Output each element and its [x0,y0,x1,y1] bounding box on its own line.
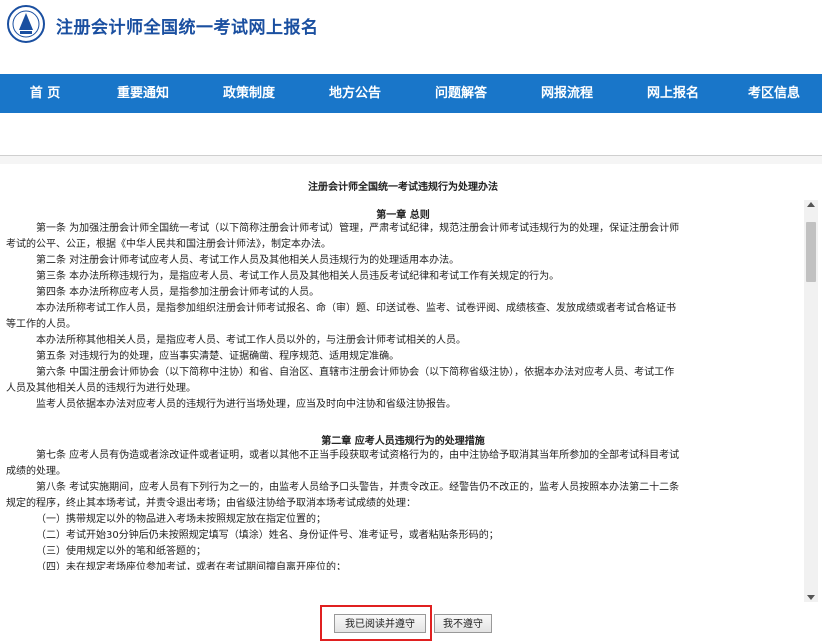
scroll-down-arrow-icon[interactable] [807,595,815,600]
article-line: 第六条 中国注册会计师协会（以下简称中注协）和省、自治区、直辖市注册会计师协会（… [36,367,675,378]
cicpa-seal-icon [7,5,45,43]
article-line: 第三条 本办法所称违规行为，是指应考人员、考试工作人员及其他相关人员违反考试纪律… [36,271,560,282]
sub-header-strip [0,113,822,156]
vertical-scrollbar[interactable] [804,200,818,602]
article-line: 监考人员依据本办法对应考人员的违规行为进行当场处理，应当及时向中注协和省级注协报… [36,399,456,410]
article-line: 考试的公平、公正，根据《中华人民共和国注册会计师法》，制定本办法。 [6,239,331,250]
article-line: 第八条 考试实施期间，应考人员有下列行为之一的，由监考人员给予口头警告，并责令改… [36,482,680,493]
agree-button[interactable]: 我已阅读并遵守 [334,614,426,633]
article-line: （四）未在规定考场座位参加考试，或者在考试期间擅自离开座位的； [36,562,346,570]
article-line: 第七条 应考人员有伪造或者涂改证件或者证明，或者以其他不正当手段获取考试资格行为… [36,450,680,461]
action-bar: 我已阅读并遵守 我不遵守 [0,605,822,642]
article-line: 第五条 对违规行为的处理，应当事实清楚、证据确凿、程序规范、适用规定准确。 [36,351,400,362]
scrollbar-thumb[interactable] [806,222,816,282]
article-line: 第四条 本办法所称应考人员，是指参加注册会计师考试的人员。 [36,287,320,298]
article-line: 本办法所称其他相关人员，是指应考人员、考试工作人员以外的，与注册会计师考试相关的… [36,335,466,346]
header: 注册会计师全国统一考试网上报名 [0,0,822,74]
nav-registration-process[interactable]: 网报流程 [514,74,620,113]
nav-local-announcements[interactable]: 地方公告 [302,74,408,113]
nav-policies[interactable]: 政策制度 [196,74,302,113]
chapter-1-heading: 第一章 总则 [376,210,430,221]
main-nav: 首 页 重要通知 政策制度 地方公告 问题解答 网报流程 网上报名 考区信息 [0,74,822,113]
scroll-up-arrow-icon[interactable] [807,202,815,207]
nav-important-notices[interactable]: 重要通知 [90,74,196,113]
article-line: 本办法所称考试工作人员，是指参加组织注册会计师考试报名、命（审）题、印送试卷、监… [36,303,676,314]
article-line: 第二条 对注册会计师考试应考人员、考试工作人员及其他相关人员违规行为的处理适用本… [36,255,460,266]
article-line: 人员及其他相关人员的违规行为进行处理。 [6,383,196,394]
disagree-button[interactable]: 我不遵守 [434,614,492,633]
article-line: 第一条 为加强注册会计师全国统一考试（以下简称注册会计师考试）管理，严肃考试纪律… [36,223,680,234]
rules-panel: 注册会计师全国统一考试违规行为处理办法 第一章 总则 第一条 为加强注册会计师全… [0,164,822,607]
article-line: 等工作的人员。 [6,319,76,330]
chapter-2-heading: 第二章 应考人员违规行为的处理措施 [321,436,485,447]
article-line: （一）携带规定以外的物品进入考场未按照规定放在指定位置的； [36,514,326,525]
rules-text-area[interactable]: 注册会计师全国统一考试违规行为处理办法 第一章 总则 第一条 为加强注册会计师全… [0,164,806,607]
site-title: 注册会计师全国统一考试网上报名 [56,18,319,38]
article-line: 成绩的处理。 [6,466,66,477]
article-line: （三）使用规定以外的笔和纸答题的； [36,546,206,557]
article-line: （二）考试开始30分钟后仍未按照规定填写（填涂）姓名、身份证件号、准考证号，或者… [36,530,499,541]
nav-online-registration[interactable]: 网上报名 [620,74,726,113]
nav-faq[interactable]: 问题解答 [408,74,514,113]
nav-home[interactable]: 首 页 [0,74,90,113]
nav-exam-area-info[interactable]: 考区信息 [726,74,822,113]
divider [0,156,822,164]
article-line: 规定的程序，终止其本场考试，并责令退出考场；由省级注协给予取消本场考试成绩的处理… [6,498,416,509]
document-title: 注册会计师全国统一考试违规行为处理办法 [308,182,498,193]
